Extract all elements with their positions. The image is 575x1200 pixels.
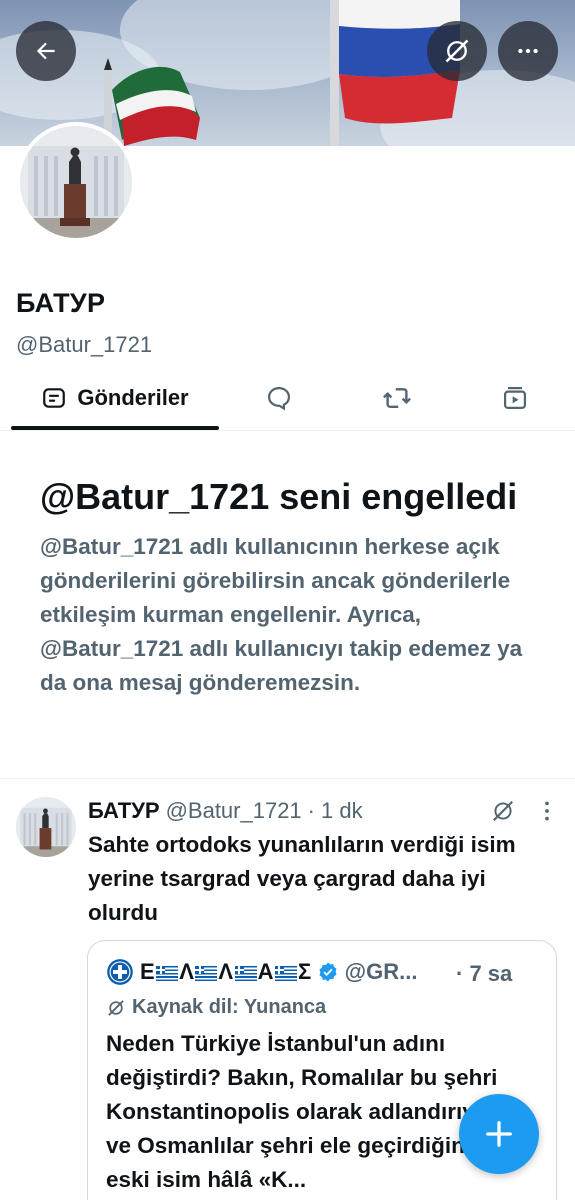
more-horizontal-icon	[518, 48, 538, 54]
translation-source[interactable]: Kaynak dil: Yunanca	[106, 996, 326, 1019]
more-options-button[interactable]	[498, 21, 558, 81]
greek-flag-emoji	[156, 965, 179, 981]
avatar-image	[20, 126, 132, 238]
back-button[interactable]	[16, 21, 76, 81]
tweet-actions	[490, 798, 560, 824]
profile-handle: @Batur_1721	[16, 332, 153, 357]
blocked-title: @Batur_1721 seni engelledi	[40, 476, 518, 517]
blocked-notice: @Batur_1721 seni engelledi @Batur_1721 a…	[40, 472, 540, 700]
compose-button[interactable]	[459, 1094, 539, 1174]
quote-name-letter-3: Λ	[218, 959, 234, 984]
posts-icon	[43, 388, 66, 408]
translation-source-label: Kaynak dil: Yunanca	[132, 996, 327, 1018]
quote-name-letter-2: Λ	[179, 959, 195, 984]
tweet-header: БАТУР @Batur_1721 · 1 dk	[88, 798, 363, 824]
profile-avatar[interactable]	[16, 122, 136, 242]
grok-button[interactable]	[427, 21, 487, 81]
avatar-image	[16, 797, 76, 857]
more-vertical-icon[interactable]	[534, 798, 560, 824]
grok-icon[interactable]	[490, 798, 516, 824]
replies-icon	[267, 386, 291, 411]
greek-emblem-avatar	[107, 959, 133, 985]
tweet-author-name[interactable]: БАТУР	[88, 798, 160, 824]
quote-name-letter-4: Α	[257, 959, 274, 984]
tweet-author-avatar[interactable]	[16, 797, 76, 857]
greek-flag-emoji	[234, 965, 257, 981]
verified-badge-icon	[319, 962, 337, 982]
active-tab-indicator	[11, 426, 219, 430]
tweet-separator: ·	[307, 798, 315, 823]
profile-tabs: Gönderiler	[0, 365, 575, 431]
greek-flag-emoji	[274, 965, 297, 981]
tab-reposts[interactable]	[354, 365, 440, 431]
tweet-author-handle[interactable]: @Batur_1721	[166, 798, 302, 824]
quote-author-name[interactable]: ΕΛΛΑΣ	[140, 959, 312, 985]
tab-media[interactable]	[472, 365, 558, 431]
tweet-text: Sahte ortodoks yunanlıların verdiği isim…	[88, 832, 516, 925]
media-icon	[503, 386, 527, 410]
tab-replies[interactable]	[236, 365, 322, 431]
tweet-time[interactable]: 1 dk	[321, 798, 363, 824]
quote-name-letter-5: Σ	[297, 959, 312, 984]
grok-icon	[445, 39, 469, 63]
greek-flag-emoji	[195, 965, 218, 981]
blocked-description: @Batur_1721 adlı kullanıcının herkese aç…	[40, 534, 523, 695]
quote-time[interactable]: · 7 sa	[456, 961, 512, 987]
profile-name: БАТУР	[16, 288, 106, 318]
arrow-left-icon	[36, 42, 55, 60]
quote-header: ΕΛΛΑΣ @GR...	[106, 958, 417, 986]
section-divider	[0, 778, 575, 779]
tab-posts[interactable]: Gönderiler	[11, 365, 219, 431]
quote-name-letter-1: Ε	[140, 959, 156, 984]
plus-icon	[486, 1121, 512, 1147]
tab-posts-label: Gönderiler	[77, 385, 189, 410]
reposts-icon	[383, 388, 411, 408]
grok-icon	[108, 999, 124, 1016]
quote-author-handle[interactable]: @GR...	[345, 959, 418, 985]
